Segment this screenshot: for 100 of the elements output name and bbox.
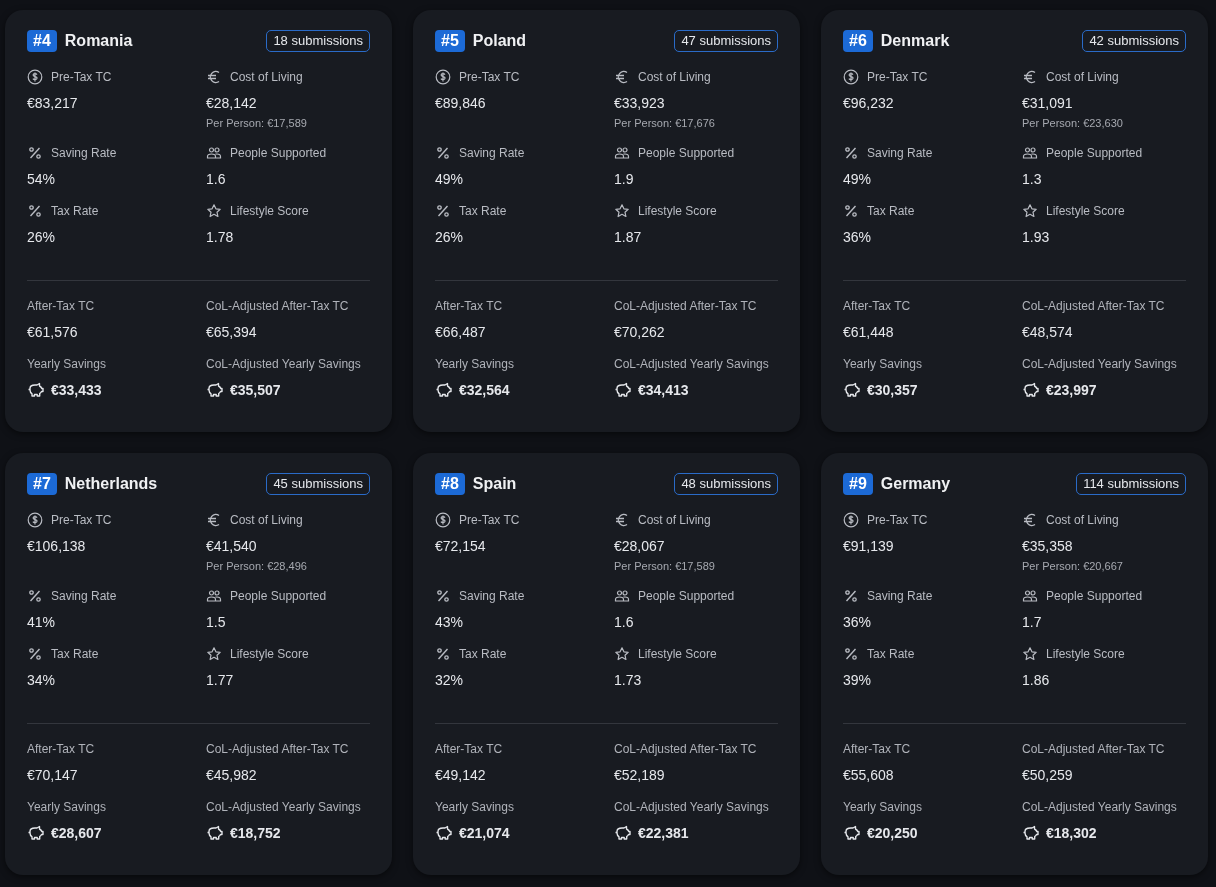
country-name: Poland	[472, 32, 527, 50]
star-icon	[206, 646, 222, 662]
star-icon	[614, 203, 630, 219]
savings-value: €32,564	[459, 381, 510, 399]
stat-value: 36%	[843, 228, 873, 246]
stat-label: People Supported	[230, 146, 327, 160]
total-value: €61,448	[843, 323, 895, 341]
stat-label: Lifestyle Score	[1046, 204, 1125, 218]
people-icon	[206, 145, 222, 161]
percent-icon	[27, 646, 43, 662]
per-person-note: Per Person: €28,496	[206, 559, 308, 573]
stat-value: 1.9	[614, 170, 635, 188]
stat-value: 1.6	[614, 613, 635, 631]
piggy-bank-icon	[435, 825, 453, 841]
total-value: €65,394	[206, 323, 258, 341]
stat-value: 1.86	[1022, 671, 1051, 689]
total-label: Yearly Savings	[27, 356, 107, 373]
stat-value: 43%	[435, 613, 465, 631]
stat-value: €91,139	[843, 537, 895, 555]
people-icon	[614, 588, 630, 604]
savings-value: €18,302	[1046, 824, 1097, 842]
total-label: After-Tax TC	[435, 741, 504, 758]
percent-icon	[435, 588, 451, 604]
stat-label: Saving Rate	[459, 589, 525, 603]
percent-icon	[843, 646, 859, 662]
per-person-note: Per Person: €17,676	[614, 116, 716, 130]
total-label: Yearly Savings	[843, 799, 923, 816]
country-name: Romania	[64, 32, 133, 50]
stat-label: Cost of Living	[1046, 70, 1119, 84]
total-label: CoL-Adjusted After-Tax TC	[1022, 741, 1166, 758]
total-value: €70,147	[27, 766, 79, 784]
savings-value: €28,607	[51, 824, 102, 842]
rank-badge: #7	[27, 473, 57, 495]
total-label: After-Tax TC	[843, 298, 912, 315]
percent-icon	[843, 588, 859, 604]
total-label: CoL-Adjusted Yearly Savings	[206, 799, 362, 816]
stat-value: 1.6	[206, 170, 227, 188]
stat-label: Lifestyle Score	[638, 204, 717, 218]
stat-label: Cost of Living	[638, 513, 711, 527]
stat-label: Pre-Tax TC	[51, 513, 112, 527]
stat-value: €35,358	[1022, 537, 1074, 555]
stat-value: 49%	[843, 170, 873, 188]
submissions-badge: 114 submissions	[1076, 473, 1186, 495]
savings-value: €23,997	[1046, 381, 1097, 399]
savings-value: €22,381	[638, 824, 689, 842]
savings-value: €35,507	[230, 381, 281, 399]
stat-value: 36%	[843, 613, 873, 631]
dollar-coin-icon	[435, 69, 451, 85]
savings-value: €21,074	[459, 824, 510, 842]
savings-value: €30,357	[867, 381, 918, 399]
total-value: €70,262	[614, 323, 666, 341]
euro-icon	[1022, 512, 1038, 528]
total-label: CoL-Adjusted Yearly Savings	[614, 356, 770, 373]
people-icon	[206, 588, 222, 604]
per-person-note: Per Person: €23,630	[1022, 116, 1124, 130]
stat-label: Pre-Tax TC	[867, 70, 928, 84]
stat-label: Lifestyle Score	[230, 647, 309, 661]
per-person-note: Per Person: €17,589	[206, 116, 308, 130]
stat-label: Tax Rate	[867, 647, 915, 661]
stat-label: Tax Rate	[867, 204, 915, 218]
stat-value: 1.5	[206, 613, 227, 631]
submissions-badge: 42 submissions	[1082, 30, 1186, 52]
submissions-badge: 45 submissions	[266, 473, 370, 495]
savings-value: €20,250	[867, 824, 918, 842]
stat-label: Cost of Living	[638, 70, 711, 84]
stat-label: Cost of Living	[1046, 513, 1119, 527]
savings-value: €34,413	[638, 381, 689, 399]
total-value: €49,142	[435, 766, 487, 784]
submissions-badge: 47 submissions	[674, 30, 778, 52]
piggy-bank-icon	[1022, 382, 1040, 398]
stat-value: 1.77	[206, 671, 235, 689]
stat-label: Pre-Tax TC	[459, 70, 520, 84]
savings-value: €33,433	[51, 381, 102, 399]
star-icon	[1022, 203, 1038, 219]
stat-value: 39%	[843, 671, 873, 689]
total-value: €52,189	[614, 766, 666, 784]
total-label: CoL-Adjusted Yearly Savings	[614, 799, 770, 816]
piggy-bank-icon	[435, 382, 453, 398]
stat-value: 49%	[435, 170, 465, 188]
total-value: €61,576	[27, 323, 79, 341]
dollar-coin-icon	[843, 512, 859, 528]
stat-value: 41%	[27, 613, 57, 631]
piggy-bank-icon	[843, 825, 861, 841]
total-label: CoL-Adjusted Yearly Savings	[1022, 799, 1178, 816]
stat-value: €41,540	[206, 537, 258, 555]
stat-label: Cost of Living	[230, 70, 303, 84]
euro-icon	[206, 69, 222, 85]
total-label: CoL-Adjusted After-Tax TC	[614, 298, 758, 315]
piggy-bank-icon	[614, 382, 632, 398]
people-icon	[1022, 588, 1038, 604]
stat-value: €28,067	[614, 537, 666, 555]
country-name: Germany	[880, 475, 951, 493]
euro-icon	[206, 512, 222, 528]
total-label: CoL-Adjusted After-Tax TC	[1022, 298, 1166, 315]
stat-label: People Supported	[230, 589, 327, 603]
dollar-coin-icon	[435, 512, 451, 528]
stat-value: 1.7	[1022, 613, 1043, 631]
country-name: Netherlands	[64, 475, 158, 493]
country-name: Spain	[472, 475, 517, 493]
rank-badge: #5	[435, 30, 465, 52]
